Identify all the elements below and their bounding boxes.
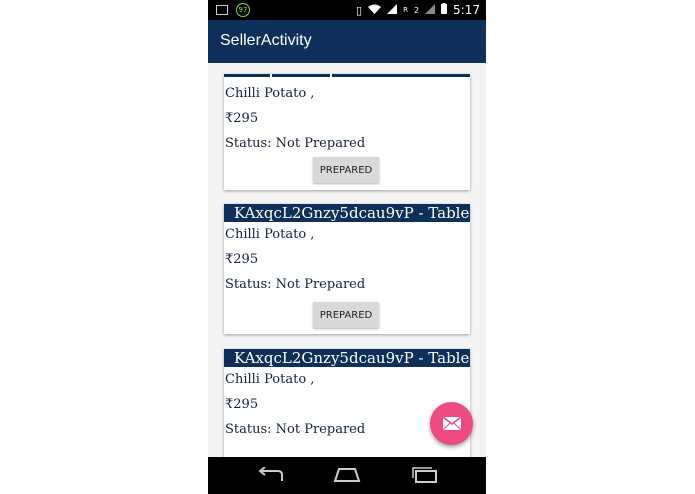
signal-1-icon: [387, 3, 398, 17]
order-item: Chilli Potato ,: [225, 227, 315, 242]
roaming-label: R: [403, 6, 408, 14]
order-header: KAxqcL2Gnzy5dcau9vP - Table: [224, 204, 470, 222]
phone-screen: 97 ▯ R 2 5:17 SellerActivity Chilli Pota…: [208, 0, 486, 494]
recent-apps-icon[interactable]: [412, 467, 438, 487]
app-bar: SellerActivity: [208, 20, 486, 63]
order-card: Chilli Potato , ₹295 Status: Not Prepare…: [224, 74, 470, 190]
order-status: Status: Not Prepared: [225, 136, 366, 151]
order-list[interactable]: Chilli Potato , ₹295 Status: Not Prepare…: [208, 63, 486, 457]
order-status: Status: Not Prepared: [225, 277, 366, 292]
vibrate-icon: ▯: [356, 3, 363, 17]
back-icon[interactable]: [256, 466, 284, 487]
image-notification-icon: [216, 5, 228, 15]
status-bar: 97 ▯ R 2 5:17: [208, 0, 486, 20]
order-price: ₹295: [225, 252, 259, 267]
clock: 5:17: [453, 3, 480, 17]
battery-badge-icon: 97: [236, 3, 250, 17]
order-price: ₹295: [225, 111, 259, 126]
wifi-icon: [368, 4, 382, 17]
sim-2-label: 2: [413, 5, 420, 15]
order-card: KAxqcL2Gnzy5dcau9vP - Table Chilli Potat…: [224, 204, 470, 334]
navigation-bar: [208, 457, 486, 494]
card-header-strip: [224, 74, 470, 77]
prepared-button[interactable]: PREPARED: [313, 302, 379, 328]
order-header: KAxqcL2Gnzy5dcau9vP - Table: [224, 349, 470, 367]
mail-icon: [442, 417, 461, 430]
order-card: KAxqcL2Gnzy5dcau9vP - Table Chilli Potat…: [224, 349, 470, 457]
order-item: Chilli Potato ,: [225, 86, 315, 101]
mail-fab-button[interactable]: [430, 402, 473, 445]
signal-2-icon: [425, 3, 436, 17]
home-icon[interactable]: [333, 467, 361, 487]
prepared-button[interactable]: PREPARED: [313, 157, 379, 183]
page-title: SellerActivity: [220, 32, 312, 49]
order-item: Chilli Potato ,: [225, 372, 315, 387]
battery-icon: [441, 3, 448, 17]
